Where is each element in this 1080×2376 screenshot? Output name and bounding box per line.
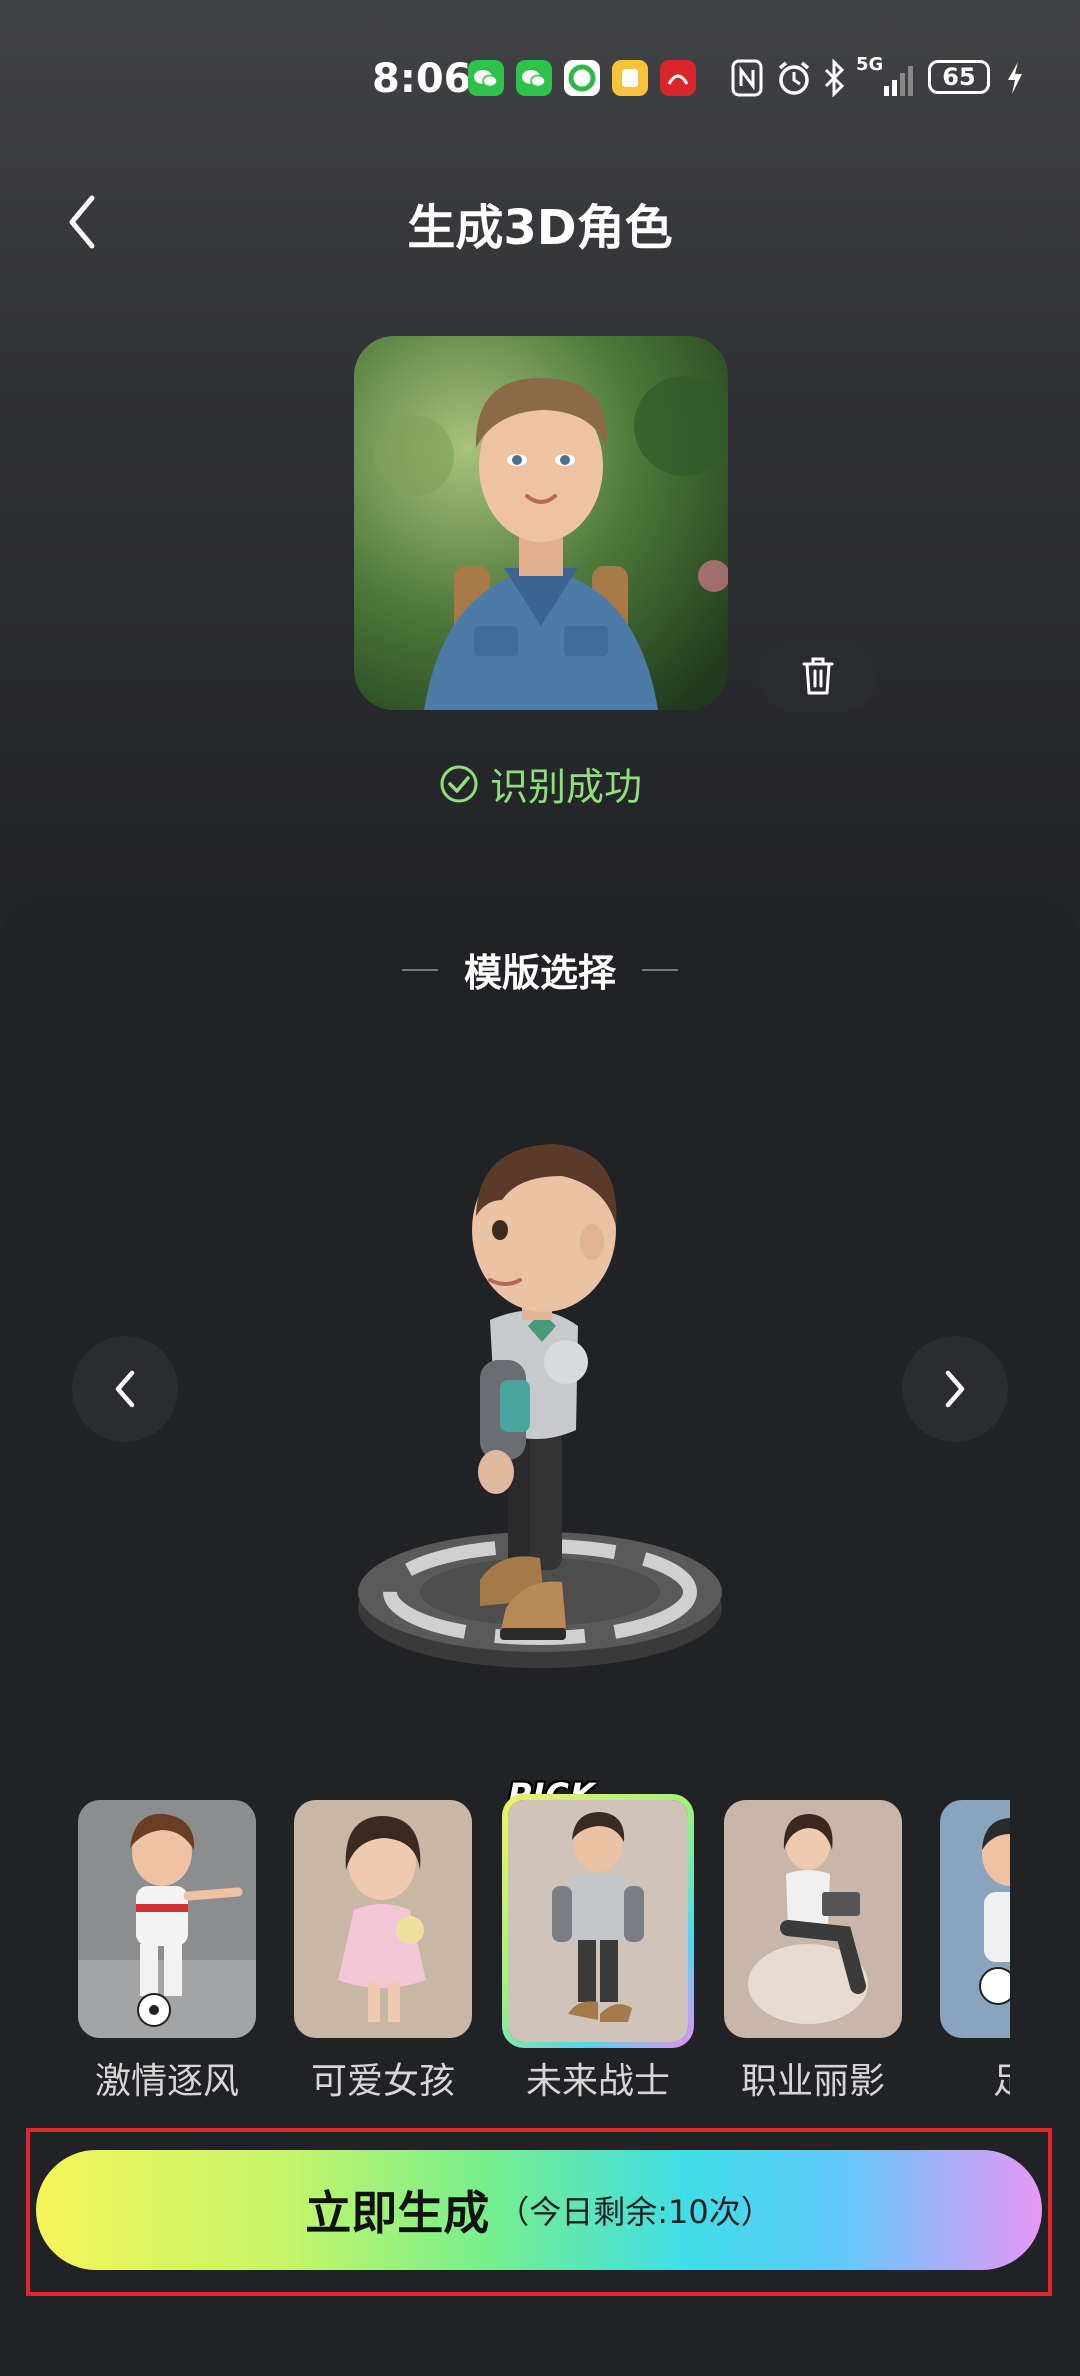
next-template-button[interactable] <box>902 1336 1008 1442</box>
nfc-icon <box>730 58 764 102</box>
template-label: 激情逐风 <box>94 2061 239 2102</box>
recognition-status-text: 识别成功 <box>489 765 642 809</box>
template-item-career[interactable] <box>724 1800 902 2038</box>
bluetooth-icon <box>820 58 848 102</box>
battery-indicator: 65 <box>928 60 990 94</box>
app-icon <box>564 60 600 96</box>
template-item-football[interactable] <box>940 1800 1010 2038</box>
template-section-title: 模版选择 <box>0 942 1080 997</box>
wechat-icon <box>468 60 504 96</box>
app-icon <box>660 60 696 96</box>
template-label: 可爱女孩 <box>310 2061 455 2102</box>
check-circle-icon <box>440 765 478 802</box>
character-3d-preview[interactable] <box>330 1130 750 1700</box>
wechat-icon <box>516 60 552 96</box>
app-icon <box>612 60 648 96</box>
divider <box>642 968 678 971</box>
template-list: PICK 激情逐风 <box>0 1760 1010 2110</box>
trash-icon <box>802 657 834 695</box>
alarm-icon <box>774 58 814 102</box>
status-bar: 8:06 5G 65 <box>0 40 1080 118</box>
chevron-right-icon <box>945 1370 965 1408</box>
section-title-text: 模版选择 <box>463 951 616 995</box>
template-item-cute-girl[interactable] <box>294 1800 472 2038</box>
status-time: 8:06 <box>372 56 472 102</box>
template-item-passion[interactable] <box>78 1800 256 2038</box>
app-screen: 8:06 5G 65 生成3D角色 识别成功 模版选择 激情逐风 可爱女孩 未来… <box>0 0 1080 2376</box>
delete-photo-button[interactable] <box>758 640 878 712</box>
chevron-left-icon <box>115 1370 135 1408</box>
template-label: 职业丽影 <box>740 2061 885 2102</box>
template-label: 未来战士 <box>525 2061 670 2102</box>
template-label: 足球 <box>929 2052 1010 2104</box>
page-title: 生成3D角色 <box>407 200 673 256</box>
uploaded-photo <box>354 336 728 710</box>
signal-icon <box>860 60 920 104</box>
previous-template-button[interactable] <box>72 1336 178 1442</box>
generate-label: 立即生成 <box>305 2186 490 2240</box>
charging-icon <box>1004 58 1026 102</box>
remaining-count: （今日剩余:10次） <box>497 2193 773 2231</box>
divider <box>401 968 438 971</box>
template-item-future-warrior[interactable] <box>502 1794 694 2048</box>
recognition-status: 识别成功 <box>0 756 1080 811</box>
generate-now-button[interactable]: 立即生成 （今日剩余:10次） <box>36 2150 1042 2270</box>
